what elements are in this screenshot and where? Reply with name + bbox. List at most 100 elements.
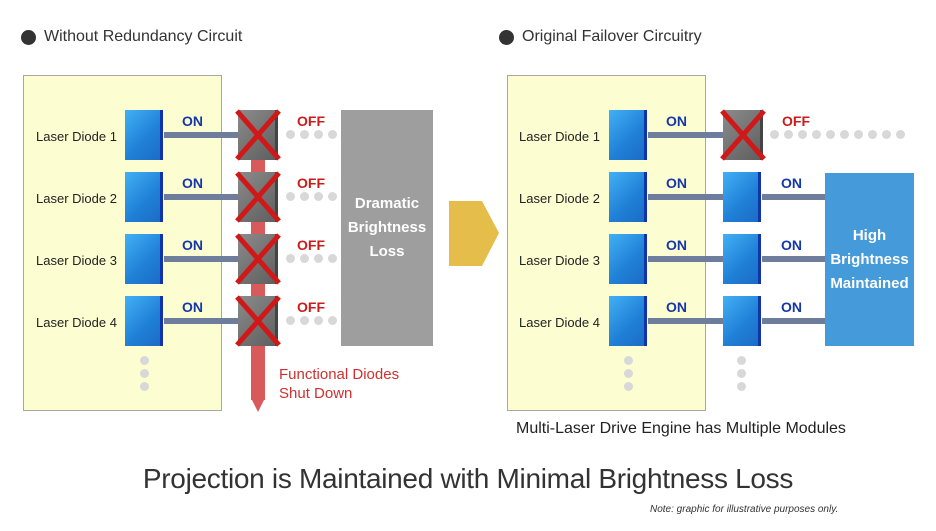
- laser-diode-label: Laser Diode 1: [519, 129, 600, 144]
- laser-diode-module: [609, 110, 647, 160]
- maintained-line-2: Brightness: [830, 250, 909, 268]
- off-signal-dot: [300, 130, 309, 139]
- on-label: ON: [182, 299, 203, 315]
- ellipsis-dot: [737, 382, 746, 391]
- on-label: ON: [781, 175, 802, 191]
- off-signal-dot: [770, 130, 779, 139]
- shutdown-caption-line-1: Functional Diodes: [279, 366, 400, 383]
- off-signal-dot: [328, 130, 337, 139]
- main-title: Projection is Maintained with Minimal Br…: [142, 463, 794, 494]
- laser-diode-module: [125, 296, 163, 346]
- shutdown-caption-line-2: Shut Down: [279, 385, 353, 402]
- on-label: ON: [666, 113, 687, 129]
- ellipsis-dot: [737, 356, 746, 365]
- off-signal-dot: [798, 130, 807, 139]
- ellipsis-dot: [140, 356, 149, 365]
- on-label: ON: [666, 299, 687, 315]
- laser-diode-module: [125, 110, 163, 160]
- connection-wire: [762, 194, 826, 200]
- connection-wire: [648, 318, 724, 324]
- ellipsis-dot: [624, 356, 633, 365]
- failure-x-icon: [235, 109, 281, 161]
- off-signal-dot: [314, 316, 323, 325]
- off-signal-dot: [826, 130, 835, 139]
- off-signal-dot: [286, 316, 295, 325]
- maintained-line-3: Maintained: [830, 274, 909, 292]
- off-signal-dot: [784, 130, 793, 139]
- failure-x-icon: [235, 295, 281, 347]
- ellipsis-dot: [624, 382, 633, 391]
- off-label: OFF: [297, 299, 325, 315]
- laser-diode-label: Laser Diode 3: [36, 253, 117, 268]
- connection-wire: [762, 318, 826, 324]
- on-label: ON: [781, 237, 802, 253]
- off-signal-dot: [314, 192, 323, 201]
- laser-diode-label: Laser Diode 4: [36, 315, 117, 330]
- laser-diode-label: Laser Diode 3: [519, 253, 600, 268]
- laser-diode-label: Laser Diode 2: [519, 191, 600, 206]
- connection-wire: [164, 194, 242, 200]
- left-heading-text: Without Redundancy Circuit: [44, 28, 243, 45]
- laser-diode-module: [125, 172, 163, 222]
- laser-diode-module: [609, 296, 647, 346]
- laser-diode-label: Laser Diode 4: [519, 315, 600, 330]
- loss-line-2: Brightness: [347, 219, 427, 236]
- off-signal-dot: [286, 192, 295, 201]
- off-signal-dot: [812, 130, 821, 139]
- laser-diode-label: Laser Diode 2: [36, 191, 117, 206]
- connection-wire: [648, 194, 724, 200]
- ellipsis-dot: [624, 369, 633, 378]
- off-signal-dot: [300, 192, 309, 201]
- off-signal-dot: [328, 192, 337, 201]
- laser-diode-module: [609, 172, 647, 222]
- failure-x-icon: [720, 109, 766, 161]
- on-label: ON: [666, 237, 687, 253]
- laser-diode-module: [609, 234, 647, 284]
- connection-wire: [164, 132, 242, 138]
- engine-caption: Multi-Laser Drive Engine has Multiple Mo…: [516, 420, 846, 437]
- shutdown-arrow-head: [251, 398, 265, 412]
- off-label: OFF: [782, 113, 810, 129]
- connection-wire: [164, 318, 242, 324]
- off-signal-dot: [882, 130, 891, 139]
- laser-diode-module: [125, 234, 163, 284]
- off-label: OFF: [297, 237, 325, 253]
- off-label: OFF: [297, 175, 325, 191]
- right-heading-text: Original Failover Circuitry: [522, 28, 702, 45]
- laser-diode-label: Laser Diode 1: [36, 129, 117, 144]
- connection-wire: [648, 256, 724, 262]
- off-signal-dot: [840, 130, 849, 139]
- ellipsis-dot: [140, 382, 149, 391]
- off-signal-dot: [854, 130, 863, 139]
- off-signal-dot: [328, 316, 337, 325]
- bullet-icon: [499, 29, 514, 45]
- backup-module: [723, 296, 761, 346]
- backup-module: [723, 234, 761, 284]
- transition-arrow-icon: [449, 201, 499, 266]
- shutdown-caption: Functional Diodes Shut Down: [279, 365, 399, 403]
- connection-wire: [762, 256, 826, 262]
- off-signal-dot: [328, 254, 337, 263]
- connection-wire: [164, 256, 242, 262]
- off-signal-dot: [286, 130, 295, 139]
- on-label: ON: [182, 113, 203, 129]
- bullet-icon: [21, 29, 36, 45]
- off-signal-dot: [300, 254, 309, 263]
- on-label: ON: [182, 237, 203, 253]
- on-label: ON: [182, 175, 203, 191]
- on-label: ON: [781, 299, 802, 315]
- failure-x-icon: [235, 233, 281, 285]
- right-heading: Original Failover Circuitry: [499, 28, 702, 46]
- disclaimer-note: Note: graphic for illustrative purposes …: [650, 504, 839, 515]
- brightness-maintained-box: High Brightness Maintained: [825, 173, 914, 346]
- off-signal-dot: [314, 130, 323, 139]
- brightness-loss-box: Dramatic Brightness Loss: [341, 110, 433, 346]
- left-heading: Without Redundancy Circuit: [21, 28, 242, 46]
- off-signal-dot: [286, 254, 295, 263]
- failure-x-icon: [235, 171, 281, 223]
- connection-wire: [648, 132, 724, 138]
- loss-line-1: Dramatic: [354, 195, 420, 212]
- maintained-line-1: High: [852, 226, 887, 244]
- off-label: OFF: [297, 113, 325, 129]
- off-signal-dot: [868, 130, 877, 139]
